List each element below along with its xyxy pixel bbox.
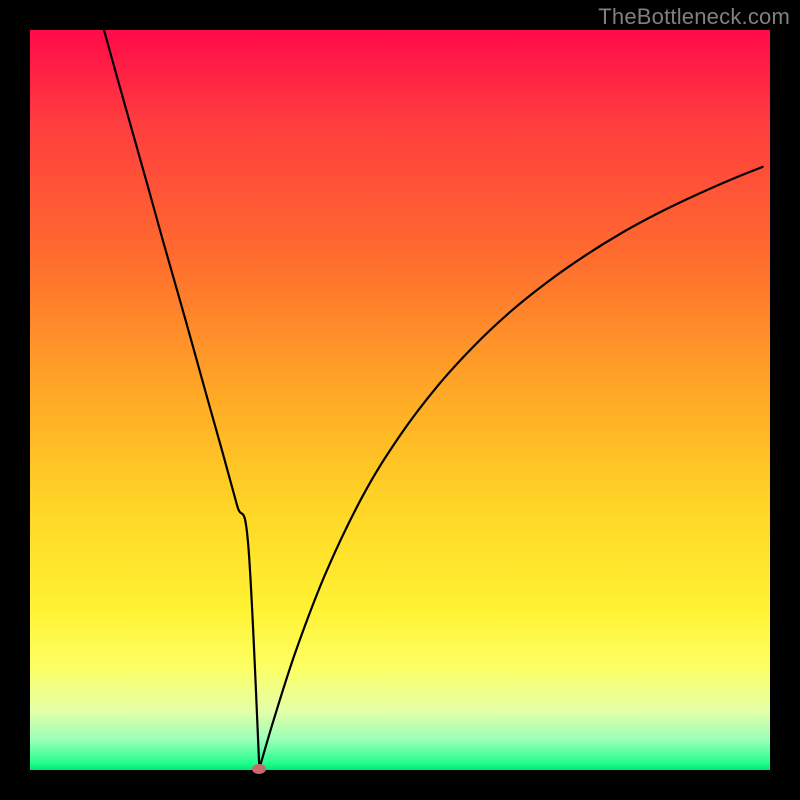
- chart-frame: TheBottleneck.com: [0, 0, 800, 800]
- plot-area: [30, 30, 770, 770]
- curve-svg: [30, 30, 770, 770]
- watermark-text: TheBottleneck.com: [598, 4, 790, 30]
- bottleneck-curve: [104, 30, 763, 769]
- minimum-marker: [252, 764, 266, 774]
